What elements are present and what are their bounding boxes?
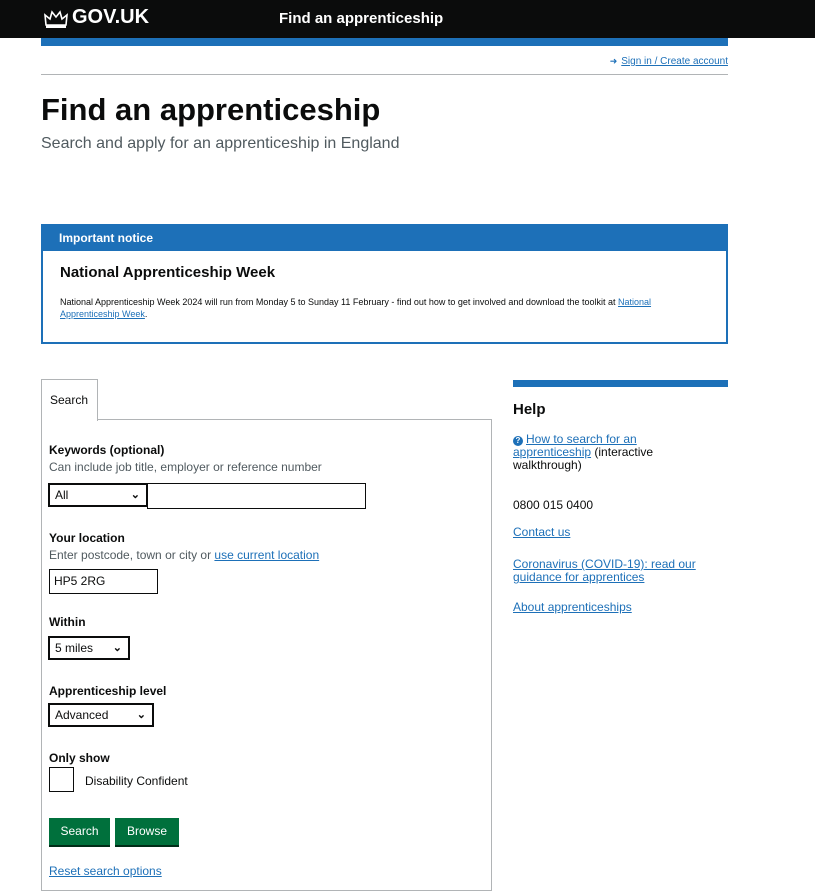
location-hint: Enter postcode, town or city or use curr… — [49, 548, 319, 562]
covid-link[interactable]: Coronavirus (COVID-19): read our guidanc… — [513, 558, 713, 584]
tab-search-label: Search — [50, 393, 89, 407]
govuk-header: GOV.UK Find an apprenticeship — [0, 0, 815, 38]
level-select[interactable]: Advanced ⌄ — [48, 703, 154, 727]
within-label: Within — [49, 615, 86, 629]
chevron-down-icon: ⌄ — [130, 489, 140, 501]
notice-end: . — [144, 309, 148, 319]
level-label: Apprenticeship level — [49, 684, 167, 698]
contact-link[interactable]: Contact us — [513, 526, 713, 539]
within-select[interactable]: 5 miles ⌄ — [48, 636, 130, 660]
page-title: Find an apprenticeship — [41, 92, 381, 127]
header-blue-bar — [41, 38, 728, 46]
notice-header: Important notice — [43, 226, 726, 251]
govuk-logo[interactable]: GOV.UK — [72, 6, 149, 29]
chevron-down-icon: ⌄ — [136, 709, 146, 721]
disability-confident-checkbox[interactable] — [49, 767, 74, 792]
walkthrough-item: ? How to search for an apprenticeship (in… — [513, 433, 713, 472]
use-current-location-link[interactable]: use current location — [214, 548, 319, 562]
crown-icon — [44, 10, 68, 28]
keywords-scope-select[interactable]: All ⌄ — [48, 483, 148, 507]
keywords-label: Keywords (optional) — [49, 443, 165, 457]
keywords-input[interactable] — [147, 483, 366, 509]
notice-body: National Apprenticeship Week 2024 will r… — [60, 296, 700, 320]
notice-text: National Apprenticeship Week 2024 will r… — [60, 297, 618, 307]
page-lede: Search and apply for an apprenticeship i… — [41, 135, 400, 152]
notice-title: National Apprenticeship Week — [60, 264, 276, 281]
search-button[interactable]: Search — [49, 818, 110, 845]
chevron-down-icon: ⌄ — [112, 642, 122, 654]
help-bar — [513, 380, 728, 387]
sign-in-icon: ➜ — [609, 56, 618, 66]
keywords-scope-value: All — [55, 488, 69, 502]
tab-search[interactable]: Search — [41, 379, 98, 421]
divider — [41, 74, 728, 75]
sign-in-link[interactable]: ➜ Sign in / Create account — [610, 56, 728, 67]
level-value: Advanced — [55, 708, 109, 722]
sign-in-label[interactable]: Sign in / Create account — [621, 56, 728, 67]
location-input[interactable]: HP5 2RG — [49, 569, 158, 594]
phone-number: 0800 015 0400 — [513, 498, 594, 512]
service-name[interactable]: Find an apprenticeship — [279, 10, 443, 27]
help-title: Help — [513, 401, 546, 418]
browse-button[interactable]: Browse — [115, 818, 179, 845]
only-show-label: Only show — [49, 751, 110, 765]
disability-confident-label: Disability Confident — [85, 774, 188, 788]
keywords-hint: Can include job title, employer or refer… — [49, 460, 322, 474]
location-label: Your location — [49, 531, 125, 545]
location-hint-text: Enter postcode, town or city or — [49, 548, 215, 562]
within-value: 5 miles — [55, 641, 94, 655]
about-link[interactable]: About apprenticeships — [513, 601, 713, 614]
important-notice: Important notice National Apprenticeship… — [41, 224, 728, 344]
